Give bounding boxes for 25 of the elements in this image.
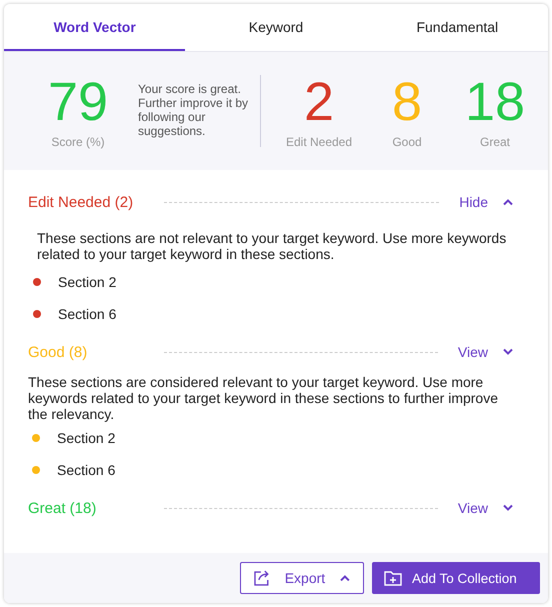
section-title: Great (18): [28, 500, 98, 516]
stat-label: Great: [480, 135, 510, 149]
score-value: 79: [48, 73, 108, 131]
section-description: These sections are considered relevant to your target keyword. Use more keywords related to your target keyword in these sections to further improve the relevancy.: [28, 374, 499, 422]
toggle-button[interactable]: Hide: [459, 194, 520, 210]
stat-value: 18: [464, 73, 526, 131]
stat-label: Edit Needed: [286, 135, 352, 149]
score-label: Score (%): [51, 135, 105, 149]
section-item[interactable]: Section 2: [58, 274, 116, 290]
section-title: Edit Needed (2): [28, 194, 134, 210]
stat-value: 8: [392, 73, 422, 131]
toggle-button[interactable]: View: [458, 500, 520, 516]
tab[interactable]: Fundamental: [366, 4, 548, 51]
section-item[interactable]: Section 6: [57, 462, 116, 478]
add-to-collection-button[interactable]: Add To Collection: [372, 562, 540, 594]
section-item[interactable]: Section 6: [58, 306, 116, 322]
stat-value: 2: [304, 73, 334, 131]
score-message: Your score is great. Further improve it by following our suggestions.: [138, 82, 250, 138]
section-item[interactable]: Section 2: [57, 430, 116, 446]
stat-label: Good: [392, 135, 422, 149]
tab[interactable]: Word Vector: [4, 4, 186, 51]
section-description: These sections are not relevant to your target keyword. Use more keywords related to your target keyword in these sections.: [37, 230, 508, 262]
toggle-button[interactable]: View: [458, 344, 520, 360]
section-title: Good (8): [28, 344, 88, 360]
export-button[interactable]: Export: [240, 562, 364, 594]
